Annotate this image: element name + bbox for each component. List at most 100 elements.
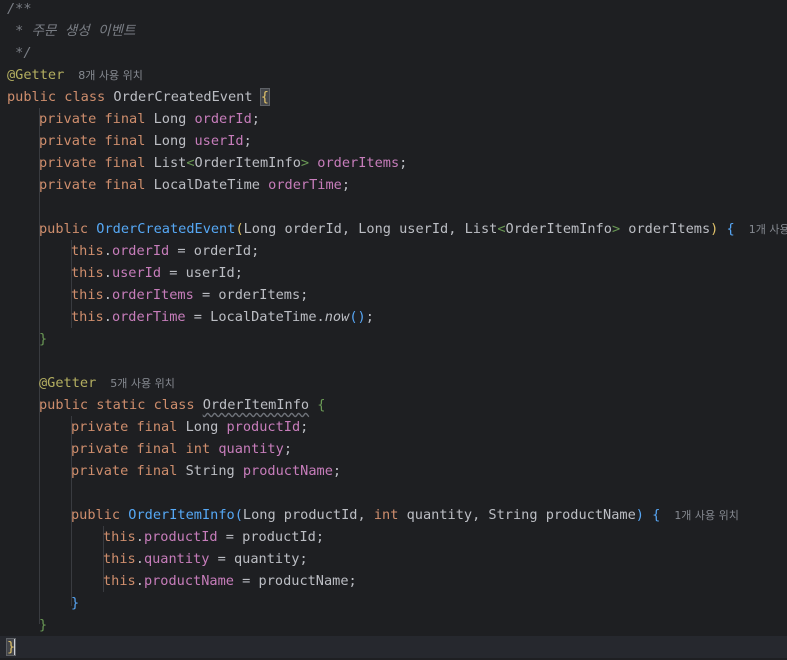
code-line[interactable]: @Getter 5개 사용 위치 — [0, 372, 787, 394]
code-line[interactable]: private final Long userId; — [0, 130, 787, 152]
code-token: OrderCreatedEvent — [96, 221, 236, 237]
code-token: = orderId; — [169, 243, 260, 259]
code-token: Long — [185, 419, 227, 435]
code-line[interactable]: public OrderCreatedEvent(Long orderId, L… — [0, 218, 787, 240]
code-token: . — [103, 243, 112, 259]
usages-inlay-hint[interactable]: 1개 사용 위치 — [749, 223, 787, 236]
usages-inlay-hint[interactable]: 5개 사용 위치 — [110, 377, 175, 390]
code-token: ; — [341, 177, 351, 193]
code-line[interactable]: private final Long productId; — [0, 416, 787, 438]
code-line[interactable]: this.orderItems = orderItems; — [0, 284, 787, 306]
code-line[interactable]: private final List<OrderItemInfo> orderI… — [0, 152, 787, 174]
code-token: List — [153, 155, 187, 171]
code-line[interactable]: this.quantity = quantity; — [0, 548, 787, 570]
code-line[interactable]: } — [0, 614, 787, 636]
code-line[interactable]: public static class OrderItemInfo { — [0, 394, 787, 416]
code-token: private final — [39, 177, 154, 193]
code-line[interactable]: /** — [0, 0, 787, 20]
code-text: private final int quantity; — [71, 438, 292, 460]
code-token: OrderItemInfo — [505, 221, 612, 237]
code-token: } — [71, 595, 80, 611]
code-token: . — [103, 265, 112, 281]
code-line[interactable] — [0, 196, 787, 218]
code-line[interactable]: this.orderId = orderId; — [0, 240, 787, 262]
code-token: orderItems — [111, 287, 194, 303]
code-text: } — [5, 636, 17, 658]
code-line[interactable] — [0, 350, 787, 372]
code-token: userId — [111, 265, 162, 281]
code-line[interactable] — [0, 482, 787, 504]
code-line[interactable]: } — [0, 592, 787, 614]
code-token: < — [497, 221, 506, 237]
code-line[interactable]: * 주문 생성 이벤트 — [0, 20, 787, 42]
code-token: @Getter — [39, 375, 97, 391]
code-token: int — [373, 507, 407, 523]
code-line[interactable]: this.productName = productName; — [0, 570, 787, 592]
code-line[interactable]: } — [0, 328, 787, 350]
code-token: ; — [332, 463, 342, 479]
code-line[interactable]: private final String productName; — [0, 460, 787, 482]
code-text: /** — [7, 0, 32, 20]
code-token: private final — [39, 155, 154, 171]
usages-inlay-hint[interactable]: 8개 사용 위치 — [78, 69, 143, 82]
code-text: private final Long orderId; — [39, 108, 260, 130]
code-token: . — [103, 309, 112, 325]
code-token: OrderItemInfo — [202, 397, 310, 413]
code-token: productId — [143, 529, 218, 545]
code-token: ; — [300, 419, 309, 435]
code-token: Long orderId, Long userId, List — [243, 221, 498, 237]
code-token: orderTime — [111, 309, 186, 325]
code-token: this — [103, 551, 136, 567]
code-token: = productName; — [233, 573, 357, 589]
code-line[interactable]: this.orderTime = LocalDateTime.now(); — [0, 306, 787, 328]
code-token: . — [135, 573, 144, 589]
code-token: userId — [194, 133, 244, 149]
code-token: Long productId, — [242, 507, 374, 523]
code-token: ; — [365, 309, 374, 325]
code-text: @Getter 5개 사용 위치 — [39, 372, 175, 395]
code-line[interactable]: this.productId = productId; — [0, 526, 787, 548]
code-text: public static class OrderItemInfo { — [39, 394, 325, 416]
code-text: public class OrderCreatedEvent { — [7, 86, 270, 108]
code-token: * 주문 생성 이벤트 — [7, 23, 136, 39]
code-token: LocalDateTime — [153, 177, 269, 193]
code-line[interactable]: private final Long orderId; — [0, 108, 787, 130]
code-token: > — [611, 221, 621, 237]
code-text: this.quantity = quantity; — [103, 548, 308, 570]
code-token: quantity — [143, 551, 210, 567]
code-line[interactable]: } — [0, 636, 787, 658]
code-line[interactable]: public OrderItemInfo(Long productId, int… — [0, 504, 787, 526]
usages-inlay-hint[interactable]: 1개 사용 위치 — [674, 509, 739, 522]
code-token: quantity, String productName — [406, 507, 636, 523]
code-line[interactable]: public class OrderCreatedEvent { — [0, 86, 787, 108]
code-line[interactable]: */ — [0, 42, 787, 64]
code-token: private final — [39, 111, 154, 127]
code-token: = quantity; — [209, 551, 308, 567]
code-token: this — [71, 265, 104, 281]
code-token: ; — [283, 441, 292, 457]
code-token: OrderItemInfo — [194, 155, 301, 171]
code-token: = LocalDateTime. — [185, 309, 325, 325]
code-editor[interactable]: /** * 주문 생성 이벤트 */ @Getter 8개 사용 위치 public … — [0, 0, 787, 660]
code-token: this — [103, 573, 136, 589]
code-text: this.userId = userId; — [71, 262, 243, 284]
code-line[interactable]: @Getter 8개 사용 위치 — [0, 64, 787, 86]
code-text: public OrderCreatedEvent(Long orderId, L… — [39, 218, 787, 241]
code-text: this.orderTime = LocalDateTime.now(); — [71, 306, 374, 328]
code-line[interactable]: private final int quantity; — [0, 438, 787, 460]
code-token: { — [259, 88, 270, 106]
code-line[interactable]: this.userId = userId; — [0, 262, 787, 284]
code-token: productName — [143, 573, 234, 589]
code-token: ) — [635, 507, 644, 523]
code-token: this — [71, 309, 104, 325]
code-text: private final LocalDateTime orderTime; — [39, 174, 350, 196]
code-line[interactable]: private final LocalDateTime orderTime; — [0, 174, 787, 196]
code-token: orderItems — [620, 221, 711, 237]
code-token: public — [71, 507, 129, 523]
code-text: * 주문 생성 이벤트 — [7, 20, 135, 42]
code-text: private final Long userId; — [39, 130, 252, 152]
code-text: } — [39, 328, 47, 350]
code-token: orderItems — [309, 155, 400, 171]
code-token: public class — [7, 89, 114, 105]
code-token: { — [309, 397, 326, 413]
